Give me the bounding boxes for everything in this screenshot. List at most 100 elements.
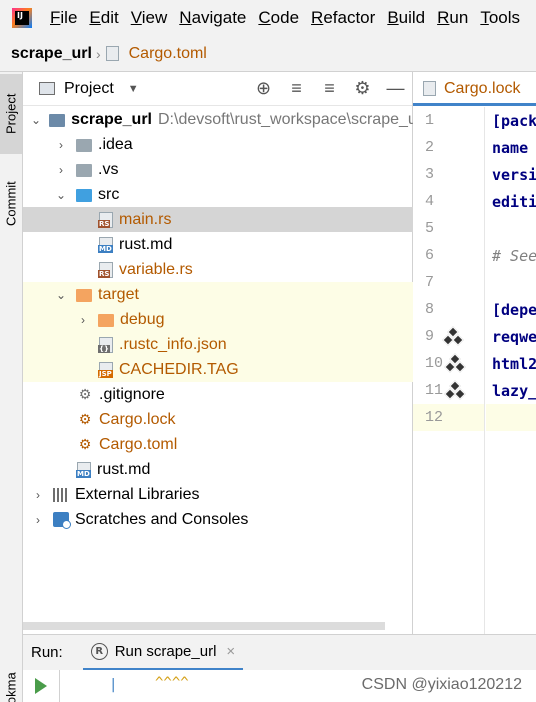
tree-item-variable-rs[interactable]: RS variable.rs	[23, 257, 413, 282]
tree-item-rustc-info-json[interactable]: {} .rustc_info.json	[23, 332, 413, 357]
tree-item-cargo-toml[interactable]: ⚙ Cargo.toml	[23, 432, 413, 457]
tree-item-label: External Libraries	[75, 485, 200, 503]
tree-item-cargo-lock[interactable]: ⚙ Cargo.lock	[23, 407, 413, 432]
tree-item-label: Scratches and Consoles	[75, 510, 249, 528]
tree-item-scrape-url[interactable]: ⌄ scrape_url D:\devsoft\rust_workspace\s…	[23, 107, 426, 132]
code-line: [pack	[486, 107, 536, 134]
breadcrumb-file[interactable]: Cargo.toml	[129, 45, 207, 63]
chevron-right-icon[interactable]: ›	[76, 313, 90, 327]
tree-item-cachedir-tag[interactable]: JSP CACHEDIR.TAG	[23, 357, 413, 382]
menu-refactor-label: efactor	[323, 8, 376, 27]
commit-tool-tab[interactable]: Commit	[0, 168, 22, 240]
code-line: name	[486, 134, 536, 161]
line-number: 3	[413, 161, 484, 188]
tree-item-vs[interactable]: › .vs	[23, 157, 413, 182]
tree-item-idea[interactable]: › .idea	[23, 132, 413, 157]
menu-run[interactable]: Run	[431, 8, 474, 28]
project-panel-header: Project ▼ ⊕ ≡ ≡ ⚙ —	[23, 72, 412, 106]
excluded-folder-icon	[98, 314, 114, 327]
line-number: 12	[413, 404, 484, 431]
intellij-logo-icon[interactable]: IJ	[12, 8, 32, 28]
chevron-right-icon[interactable]: ›	[31, 513, 45, 527]
menu-file-mnemonic: F	[50, 8, 61, 27]
dependency-icon[interactable]	[444, 379, 466, 400]
run-tab-label: Run scrape_url	[114, 642, 217, 660]
line-number-text: 2	[425, 139, 435, 156]
code-line	[486, 404, 536, 431]
tree-item-scratches[interactable]: › Scratches and Consoles	[23, 507, 413, 532]
menu-file[interactable]: File	[44, 8, 83, 28]
file-type-tag: MD	[98, 244, 113, 253]
menu-code-mnemonic: C	[258, 8, 271, 27]
chevron-right-icon[interactable]: ›	[31, 488, 45, 502]
breadcrumb-project[interactable]: scrape_url	[11, 45, 92, 63]
dependency-icon[interactable]	[444, 352, 466, 373]
tree-item-label: main.rs	[119, 210, 172, 228]
code-area[interactable]: [pack name versi editi # See [depe reqwe…	[486, 107, 536, 634]
tree-item-rust-md-root[interactable]: MD rust.md	[23, 457, 413, 482]
console-cursor: |	[109, 677, 118, 693]
tree-item-external-libraries[interactable]: › External Libraries	[23, 482, 413, 507]
editor-tab-cargo-lock[interactable]: Cargo.lock	[444, 80, 520, 98]
view-mode-dropdown-icon[interactable]: ▼	[128, 83, 139, 95]
tree-item-target[interactable]: ⌄ target	[23, 282, 413, 307]
select-opened-file-icon[interactable]: ⊕	[247, 78, 280, 99]
line-number: 5	[413, 215, 484, 242]
cargo-lock-tab-icon	[423, 81, 436, 96]
chevron-down-icon[interactable]: ⌄	[31, 113, 41, 127]
chevron-right-icon[interactable]: ›	[54, 163, 68, 177]
folder-icon	[76, 139, 92, 152]
chevron-right-icon[interactable]: ›	[54, 138, 68, 152]
menu-navigate[interactable]: Navigate	[173, 8, 252, 28]
run-config-tab[interactable]: R Run scrape_url ×	[82, 635, 244, 671]
code-line: reqwe	[486, 323, 536, 350]
chevron-down-icon[interactable]: ⌄	[54, 288, 68, 302]
tree-item-gitignore[interactable]: ⚙ .gitignore	[23, 382, 413, 407]
project-tool-tab[interactable]: Project	[0, 74, 22, 154]
gear-icon[interactable]: ⚙	[346, 78, 379, 99]
menu-refactor[interactable]: Refactor	[305, 8, 381, 28]
tree-item-label: target	[98, 285, 139, 303]
chevron-down-icon[interactable]: ⌄	[54, 188, 68, 202]
menu-code[interactable]: Code	[252, 8, 305, 28]
code-line: html2	[486, 350, 536, 377]
tree-item-main-rs[interactable]: RS main.rs	[23, 207, 413, 232]
code-text: html2	[492, 354, 536, 373]
line-number: 2	[413, 134, 484, 161]
project-panel-title[interactable]: Project	[64, 80, 114, 98]
project-tree: ⌄ scrape_url D:\devsoft\rust_workspace\s…	[23, 107, 426, 532]
horizontal-scrollbar[interactable]	[23, 622, 385, 630]
collapse-all-icon[interactable]: ≡	[313, 78, 346, 99]
editor-tab-bar: Cargo.lock	[413, 72, 536, 106]
menu-build[interactable]: Build	[381, 8, 431, 28]
source-folder-icon	[76, 189, 92, 202]
expand-all-icon[interactable]: ≡	[280, 78, 313, 99]
tree-item-debug[interactable]: › debug	[23, 307, 413, 332]
menu-navigate-mnemonic: N	[179, 8, 192, 27]
file-type-tag: {}	[98, 344, 110, 353]
code-line: versi	[486, 161, 536, 188]
menu-tools[interactable]: Tools	[474, 8, 526, 28]
dependency-icon[interactable]	[442, 325, 464, 346]
rust-file-icon: RS	[98, 261, 113, 278]
tree-item-label: .rustc_info.json	[119, 335, 227, 353]
menu-view[interactable]: View	[125, 8, 174, 28]
tree-item-label: .vs	[98, 160, 119, 178]
menu-view-label: iew	[141, 8, 168, 27]
bookmarks-tool-tab[interactable]: Bookmarks	[0, 672, 22, 702]
menu-tools-label: ools	[488, 8, 521, 27]
rerun-play-icon[interactable]	[35, 678, 47, 694]
menu-edit[interactable]: Edit	[83, 8, 124, 28]
line-number-text: 7	[425, 274, 435, 291]
library-icon	[53, 487, 69, 502]
project-view-icon	[39, 82, 55, 95]
close-icon[interactable]: ×	[226, 643, 235, 660]
menu-tools-mnemonic: T	[480, 8, 489, 27]
tree-item-label: rust.md	[97, 460, 151, 478]
tree-item-rust-md[interactable]: MD rust.md	[23, 232, 413, 257]
hide-panel-icon[interactable]: —	[379, 78, 412, 99]
tree-item-src[interactable]: ⌄ src	[23, 182, 413, 207]
tree-item-label: debug	[120, 310, 165, 328]
